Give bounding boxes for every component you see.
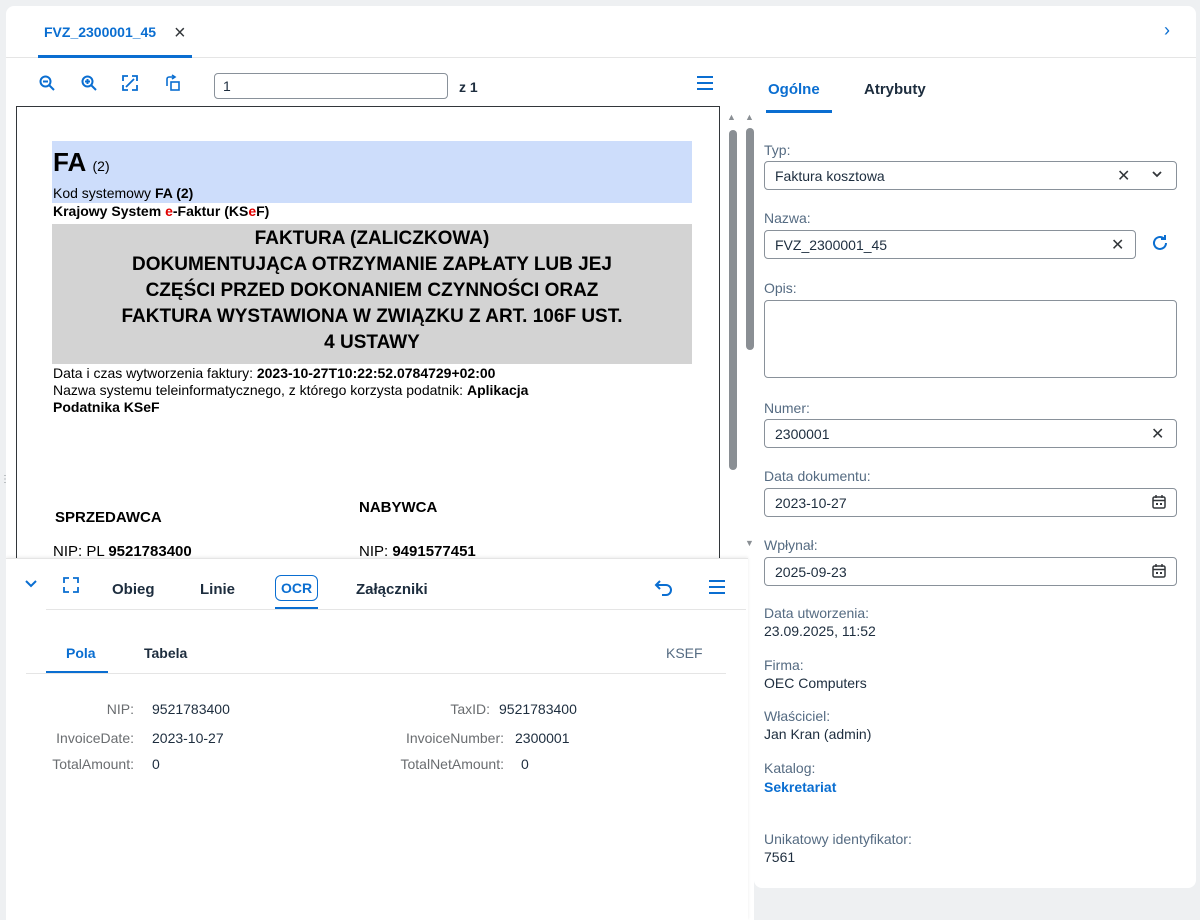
data-dokumentu-input[interactable]: 2023-10-27 xyxy=(764,488,1177,517)
field-label: InvoiceNumber: xyxy=(405,730,504,746)
chevron-down-icon[interactable] xyxy=(1151,167,1163,185)
active-tab-indicator xyxy=(766,110,832,113)
field-value[interactable]: 0 xyxy=(521,756,529,772)
wplynal-value: 2025-09-23 xyxy=(775,563,847,580)
page-number-input[interactable] xyxy=(214,73,448,99)
tab-obieg[interactable]: Obieg xyxy=(112,581,155,598)
typ-select[interactable]: Faktura kosztowa ✕ xyxy=(764,161,1177,190)
undo-icon[interactable] xyxy=(654,577,674,600)
chevron-right-icon[interactable]: › xyxy=(1164,20,1170,41)
tab-ocr[interactable]: OCR xyxy=(275,575,318,601)
fit-page-icon[interactable] xyxy=(119,72,141,94)
field-value[interactable]: 2023-10-27 xyxy=(152,730,224,746)
zoom-in-icon[interactable] xyxy=(78,72,100,94)
clear-icon[interactable]: ✕ xyxy=(1111,235,1124,255)
nazwa-input[interactable]: FVZ_2300001_45 ✕ xyxy=(764,230,1136,259)
numer-input[interactable]: 2300001 ✕ xyxy=(764,419,1177,448)
tab-zalaczniki[interactable]: Załączniki xyxy=(356,581,428,598)
clear-icon[interactable]: ✕ xyxy=(1151,424,1164,444)
scroll-up-icon[interactable]: ▲ xyxy=(745,112,754,122)
field-value[interactable]: 2300001 xyxy=(515,730,570,746)
katalog-link[interactable]: Sekretariat xyxy=(764,779,836,795)
tab-atrybuty[interactable]: Atrybuty xyxy=(864,81,926,98)
collapse-chevron-icon[interactable] xyxy=(24,577,38,596)
wplynal-label: Wpłynał: xyxy=(764,537,818,553)
subtab-tabela[interactable]: Tabela xyxy=(144,645,187,661)
system-name-line: Nazwa systemu teleinformatycznego, z któ… xyxy=(53,382,529,415)
wplynal-input[interactable]: 2025-09-23 xyxy=(764,557,1177,586)
document-title-line: CZĘŚCI PRZED DOKONANIEM CZYNNOŚCI ORAZ xyxy=(145,280,599,301)
firma-value: OEC Computers xyxy=(764,675,867,691)
buyer-nip: NIP: 9491577451 xyxy=(359,543,476,558)
field-label: InvoiceDate: xyxy=(56,730,134,746)
firma-label: Firma: xyxy=(764,657,804,673)
document-form-code: FA (2) xyxy=(53,147,110,177)
wlasciciel-label: Właściciel: xyxy=(764,708,831,724)
field-label: TotalNetAmount: xyxy=(400,756,505,772)
opis-label: Opis: xyxy=(764,280,797,296)
document-title-line: DOKUMENTUJĄCA OTRZYMANIE ZAPŁATY LUB JEJ xyxy=(132,254,612,275)
field-value[interactable]: 9521783400 xyxy=(152,701,230,717)
clear-icon[interactable]: ✕ xyxy=(1117,166,1130,186)
tab-linie[interactable]: Linie xyxy=(200,581,235,598)
scroll-up-icon[interactable]: ▲ xyxy=(727,112,736,122)
document-viewer[interactable]: FA (2) Kod systemowy FA (2) Krajowy Syst… xyxy=(16,106,720,558)
rotate-icon[interactable] xyxy=(162,72,184,94)
ksef-line: Krajowy System e-Faktur (KSeF) xyxy=(53,203,270,219)
zoom-out-icon[interactable] xyxy=(36,72,58,94)
field-label: TotalAmount: xyxy=(52,756,134,772)
document-tab[interactable]: FVZ_2300001_45 xyxy=(44,24,156,40)
calendar-icon[interactable] xyxy=(1151,494,1167,515)
nazwa-value: FVZ_2300001_45 xyxy=(775,236,888,253)
calendar-icon[interactable] xyxy=(1151,563,1167,584)
menu-icon[interactable] xyxy=(694,72,716,94)
seller-nip: NIP: PL 9521783400 xyxy=(53,543,192,558)
splitter-handle[interactable]: ⋮ xyxy=(0,475,10,494)
page-count-label: z 1 xyxy=(459,79,478,95)
data-utworzenia-label: Data utworzenia: xyxy=(764,605,870,621)
divider xyxy=(26,673,726,674)
active-tab-indicator xyxy=(38,55,192,58)
document-scrollbar[interactable]: ▲ xyxy=(721,106,743,558)
typ-label: Typ: xyxy=(764,142,791,158)
created-datetime-line: Data i czas wytworzenia faktury: 2023-10… xyxy=(53,365,496,381)
field-label: TaxID: xyxy=(450,701,490,717)
field-value[interactable]: 9521783400 xyxy=(499,701,577,717)
field-value[interactable]: 0 xyxy=(152,756,160,772)
scroll-down-icon[interactable]: ▼ xyxy=(745,538,754,548)
numer-label: Numer: xyxy=(764,400,810,416)
data-dokumentu-value: 2023-10-27 xyxy=(775,494,847,511)
scrollbar-thumb[interactable] xyxy=(746,128,754,350)
bottom-panel: Obieg Linie OCR Załączniki Pola Tabela K… xyxy=(6,558,748,920)
typ-value: Faktura kosztowa xyxy=(775,167,885,184)
numer-value: 2300001 xyxy=(775,425,830,442)
uid-label: Unikatowy identyfikator: xyxy=(764,831,912,847)
seller-heading: SPRZEDAWCA xyxy=(55,509,162,526)
document-title-line: FAKTURA (ZALICZKOWA) xyxy=(254,228,490,249)
document-title-line: 4 USTAWY xyxy=(324,332,420,353)
source-label: KSEF xyxy=(666,645,703,661)
uid-value: 7561 xyxy=(764,849,796,865)
buyer-heading: NABYWCA xyxy=(359,499,438,516)
wlasciciel-value: Jan Kran (admin) xyxy=(764,726,872,742)
menu-icon[interactable] xyxy=(706,576,728,601)
nazwa-label: Nazwa: xyxy=(764,210,811,226)
subtab-pola[interactable]: Pola xyxy=(66,645,96,661)
field-label: NIP: xyxy=(106,701,134,717)
data-dokumentu-label: Data dokumentu: xyxy=(764,468,871,484)
app-shell: FVZ_2300001_45 × › z 1 FA (2) Kod system… xyxy=(6,6,1196,920)
expand-panel-icon[interactable] xyxy=(62,576,80,597)
refresh-icon[interactable] xyxy=(1150,233,1170,256)
data-utworzenia-value: 23.09.2025, 11:52 xyxy=(764,623,876,639)
katalog-label: Katalog: xyxy=(764,760,816,776)
scrollbar-thumb[interactable] xyxy=(729,130,737,470)
system-code-line: Kod systemowy FA (2) xyxy=(53,185,194,201)
opis-textarea[interactable] xyxy=(764,300,1177,378)
divider xyxy=(46,609,746,610)
close-tab-icon[interactable]: × xyxy=(174,22,186,45)
document-title-line: FAKTURA WYSTAWIONA W ZWIĄZKU Z ART. 106F… xyxy=(121,306,623,327)
tab-ogolne[interactable]: Ogólne xyxy=(768,81,820,98)
